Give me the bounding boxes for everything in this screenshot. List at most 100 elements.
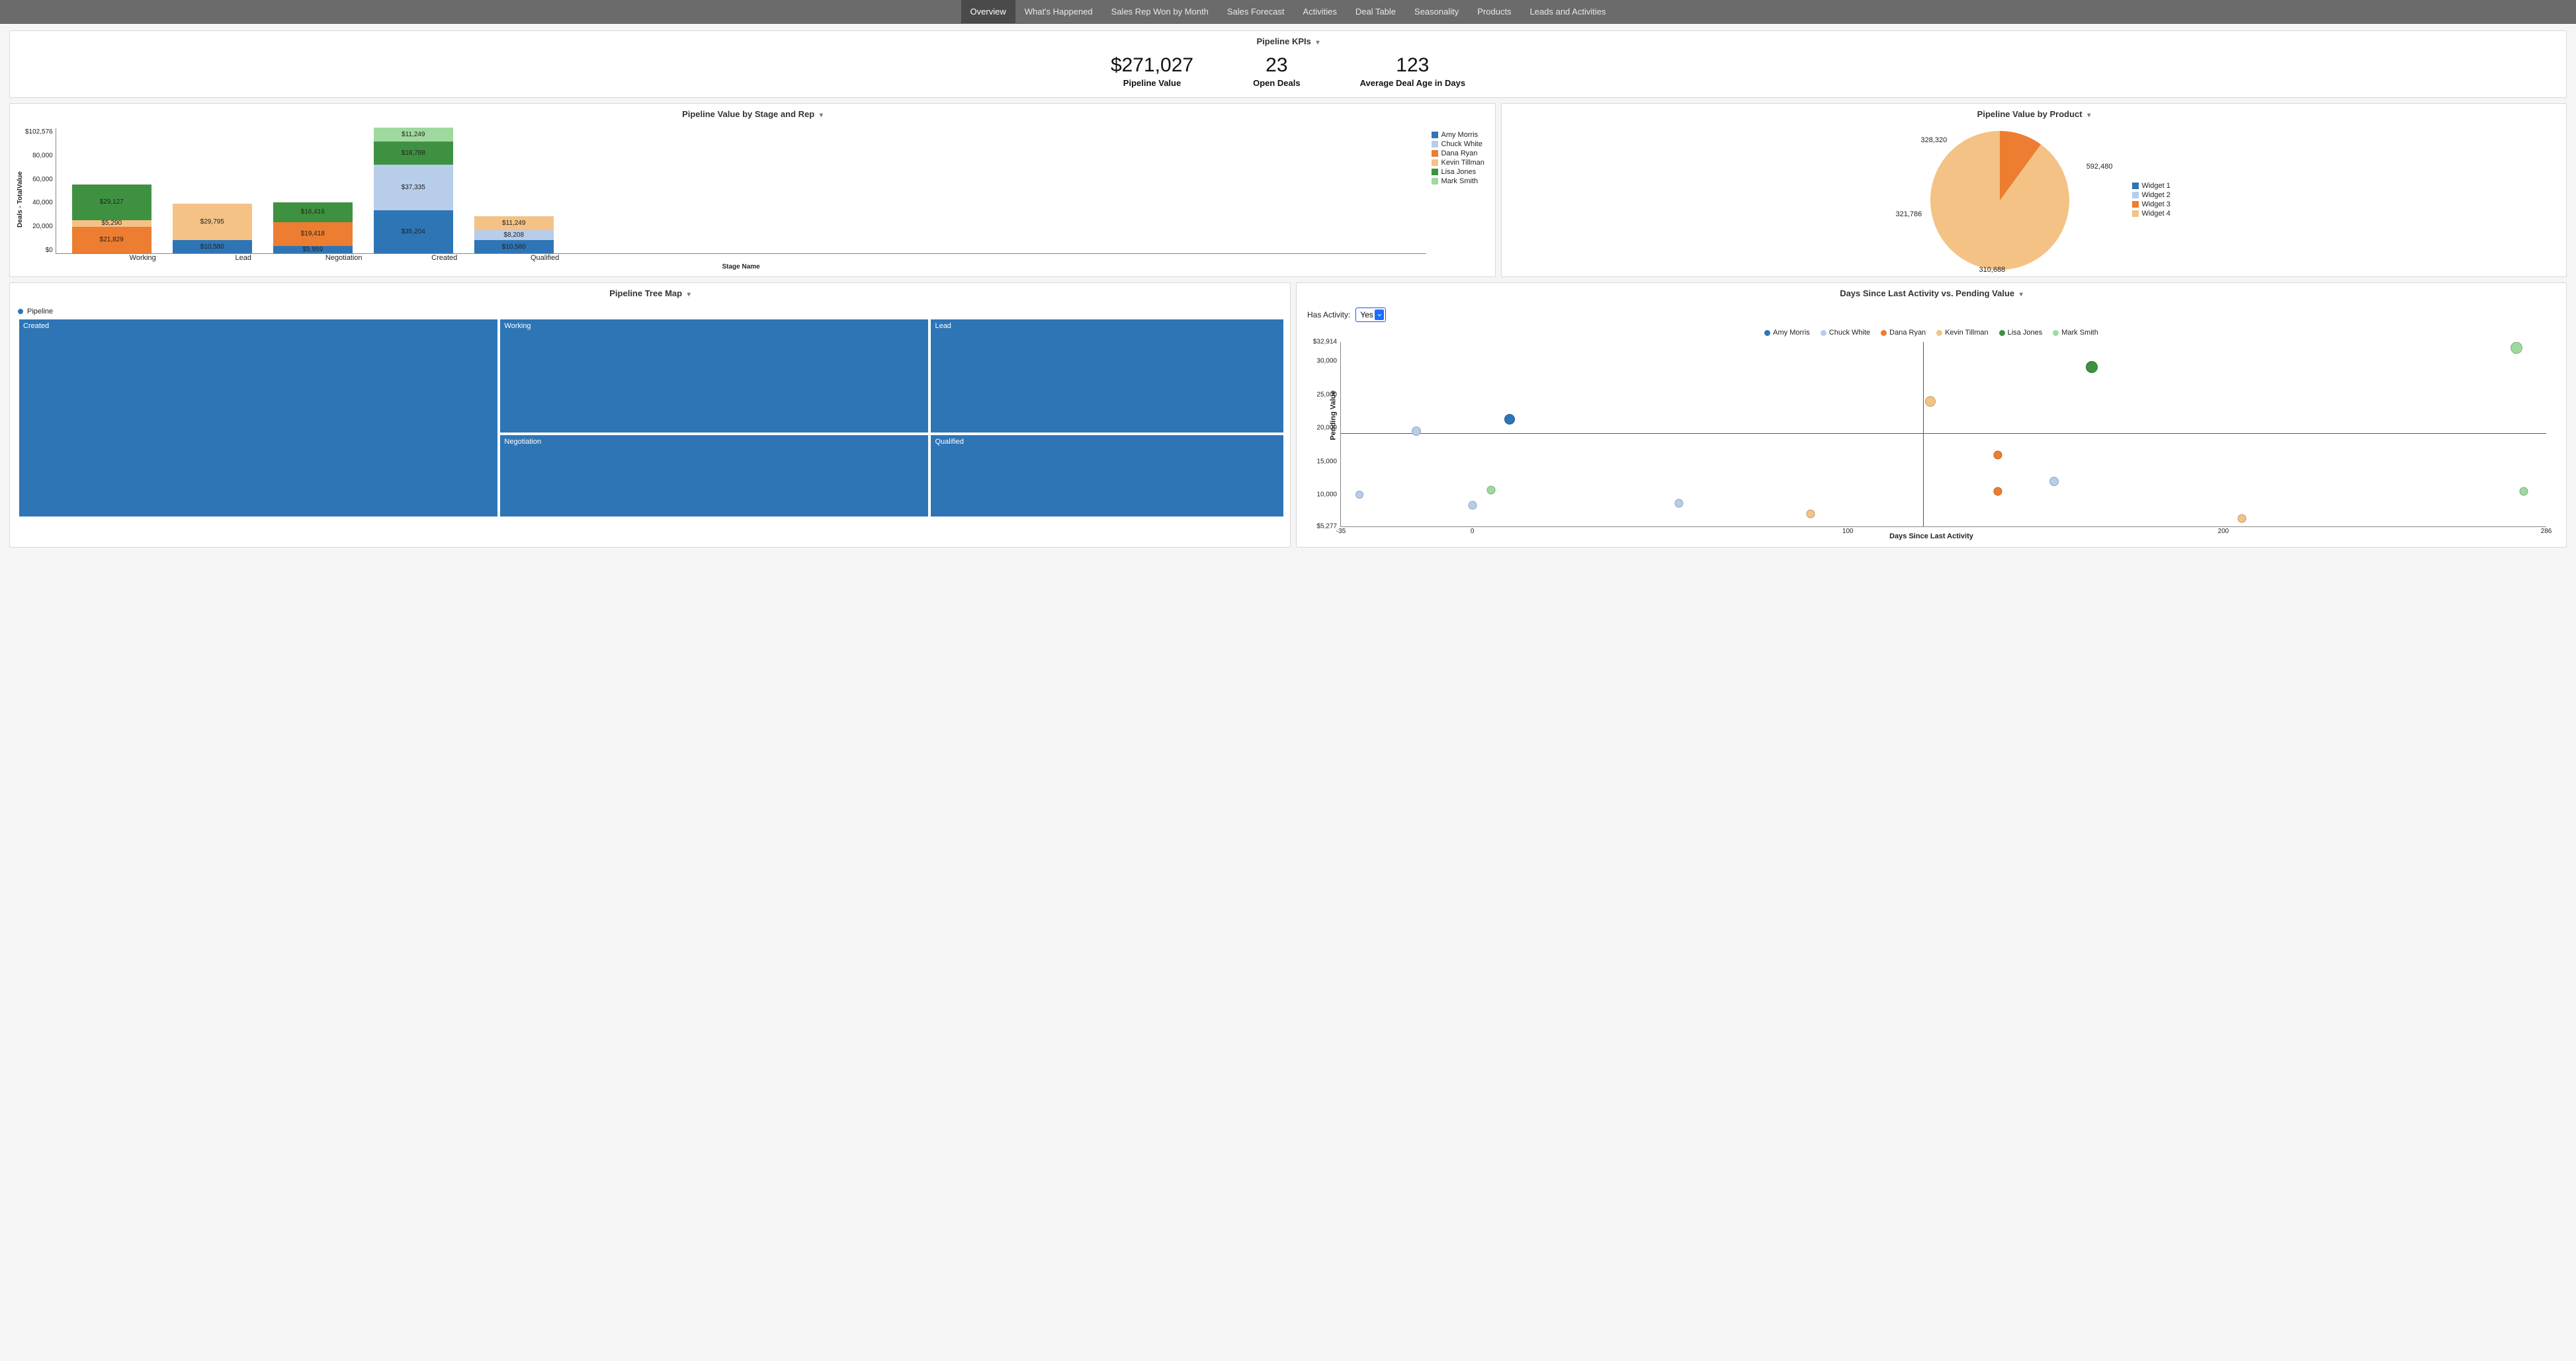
legend-item[interactable]: Amy Morris (1432, 131, 1484, 139)
bar-chart-card: Pipeline Value by Stage and Rep ▾ Deals … (9, 103, 1496, 277)
scatter-y-tick: 15,000 (1316, 458, 1337, 465)
kpi-open-deals: 23Open Deals (1253, 54, 1301, 88)
nav-tab-leads-and-activities[interactable]: Leads and Activities (1521, 0, 1615, 23)
caret-down-icon: ▾ (820, 112, 823, 119)
bar-seg[interactable]: $29,795 (173, 204, 252, 240)
bar-seg[interactable]: $29,127 (72, 185, 151, 220)
bar-lead[interactable]: $10,580$29,795 (173, 204, 252, 253)
bar-negotiation[interactable]: $5,959$19,418$16,416 (273, 202, 353, 253)
bar-card-title[interactable]: Pipeline Value by Stage and Rep ▾ (10, 104, 1495, 124)
legend-label: Chuck White (1441, 140, 1482, 148)
legend-item[interactable]: Amy Morris (1764, 329, 1810, 337)
kpi-value: 23 (1253, 54, 1301, 77)
legend-item[interactable]: Kevin Tillman (1432, 159, 1484, 167)
legend-item[interactable]: Chuck White (1432, 140, 1484, 148)
legend-swatch-icon (1432, 150, 1438, 157)
scatter-point[interactable] (1994, 450, 2002, 459)
scatter-point[interactable] (1487, 486, 1496, 495)
scatter-point[interactable] (2238, 514, 2247, 522)
legend-item[interactable]: Lisa Jones (1432, 168, 1484, 176)
tree-cell-qualified[interactable]: Qualified (930, 434, 1284, 517)
legend-item[interactable]: Widget 2 (2132, 191, 2181, 199)
scatter-point[interactable] (1504, 414, 1515, 425)
pie-chart (1930, 131, 2069, 270)
scatter-point[interactable] (2086, 361, 2098, 373)
bar-seg[interactable]: $35,204 (374, 210, 453, 253)
pie-card-title[interactable]: Pipeline Value by Product ▾ (1502, 104, 2566, 124)
legend-dot-icon (1999, 330, 2005, 336)
caret-down-icon: ▾ (2087, 112, 2090, 119)
legend-dot-icon (1881, 330, 1887, 336)
pie-label-w2: 310,688 (1979, 266, 2005, 274)
legend-item[interactable]: Lisa Jones (1999, 329, 2043, 337)
bar-seg[interactable]: $18,788 (374, 142, 453, 165)
legend-label: Dana Ryan (1889, 329, 1926, 337)
bar-y-ticks: $102,57680,00060,00040,00020,000$0 (25, 128, 56, 254)
bar-qualified[interactable]: $10,580$8,208$11,249 (474, 216, 554, 253)
pie-chart-card: Pipeline Value by Product ▾ 592,480 310,… (1501, 103, 2567, 277)
bar-seg[interactable]: $16,416 (273, 202, 353, 222)
bar-seg[interactable]: $11,249 (374, 128, 453, 142)
scatter-point[interactable] (2049, 477, 2059, 486)
nav-tab-what-s-happened[interactable]: What's Happened (1015, 0, 1102, 23)
legend-item[interactable]: Widget 1 (2132, 182, 2181, 190)
bar-created[interactable]: $35,204$37,335$18,788$11,249 (374, 128, 453, 253)
legend-item[interactable]: Chuck White (1821, 329, 1870, 337)
scatter-point[interactable] (1355, 491, 1363, 499)
legend-item[interactable]: Widget 4 (2132, 210, 2181, 218)
legend-label: Kevin Tillman (1441, 159, 1484, 167)
bar-seg[interactable]: $21,829 (72, 227, 151, 253)
scatter-point[interactable] (2511, 342, 2522, 354)
tree-cell-working[interactable]: Working (499, 319, 929, 433)
tree-cell-negotiation[interactable]: Negotiation (499, 434, 929, 517)
legend-label: Dana Ryan (1441, 149, 1477, 157)
scatter-card: Days Since Last Activity vs. Pending Val… (1296, 282, 2567, 548)
bar-working[interactable]: $21,829$5,290$29,127 (72, 185, 151, 253)
scatter-point[interactable] (1994, 487, 2002, 496)
has-activity-select[interactable]: Yes (1355, 308, 1386, 322)
scatter-point[interactable] (1925, 396, 1936, 407)
bar-seg[interactable]: $10,580 (173, 240, 252, 253)
tree-cell-created[interactable]: Created (19, 319, 498, 517)
legend-item[interactable]: Dana Ryan (1432, 149, 1484, 157)
circle-icon (18, 309, 23, 314)
bar-seg[interactable]: $37,335 (374, 165, 453, 210)
nav-tab-overview[interactable]: Overview (961, 0, 1015, 23)
bar-x-labels: WorkingLeadNegotiationCreatedQualified (56, 254, 1427, 262)
bar-seg[interactable]: $8,208 (474, 230, 554, 240)
scatter-point[interactable] (2519, 487, 2528, 496)
legend-item[interactable]: Mark Smith (2053, 329, 2098, 337)
legend-label: Mark Smith (2061, 329, 2098, 337)
nav-tab-products[interactable]: Products (1468, 0, 1520, 23)
treemap: Created Working Lead Negotiation Qualifi… (18, 318, 1282, 516)
bar-seg[interactable]: $5,290 (72, 220, 151, 227)
tree-card-title[interactable]: Pipeline Tree Map ▾ (10, 283, 1290, 304)
bar-seg[interactable]: $10,580 (474, 240, 554, 253)
legend-item[interactable]: Dana Ryan (1881, 329, 1926, 337)
kpi-card-title[interactable]: Pipeline KPIs ▾ (10, 31, 2566, 52)
scatter-point[interactable] (1674, 499, 1683, 508)
tree-cell-lead[interactable]: Lead (930, 319, 1284, 433)
nav-tab-activities[interactable]: Activities (1294, 0, 1346, 23)
tree-root-text: Pipeline (27, 308, 53, 315)
legend-swatch-icon (2132, 210, 2139, 217)
pie-label-w3: 321,786 (1895, 210, 1922, 218)
legend-item[interactable]: Widget 3 (2132, 200, 2181, 208)
kpi-label: Average Deal Age in Days (1360, 78, 1465, 88)
scatter-point[interactable] (1468, 501, 1477, 510)
nav-tab-seasonality[interactable]: Seasonality (1405, 0, 1468, 23)
legend-item[interactable]: Kevin Tillman (1936, 329, 1988, 337)
nav-tab-sales-forecast[interactable]: Sales Forecast (1218, 0, 1294, 23)
nav-tab-deal-table[interactable]: Deal Table (1346, 0, 1405, 23)
legend-item[interactable]: Mark Smith (1432, 177, 1484, 185)
bar-seg[interactable]: $11,249 (474, 216, 554, 230)
bar-card-title-text: Pipeline Value by Stage and Rep (682, 109, 814, 119)
bar-seg[interactable]: $19,418 (273, 222, 353, 246)
bar-seg[interactable]: $5,959 (273, 246, 353, 253)
kpi-pipeline-value: $271,027Pipeline Value (1111, 54, 1193, 88)
scatter-point[interactable] (1412, 427, 1421, 436)
legend-label: Mark Smith (1441, 177, 1478, 185)
nav-tab-sales-rep-won-by-month[interactable]: Sales Rep Won by Month (1102, 0, 1218, 23)
scatter-point[interactable] (1806, 509, 1815, 518)
scatter-card-title[interactable]: Days Since Last Activity vs. Pending Val… (1297, 283, 2566, 304)
